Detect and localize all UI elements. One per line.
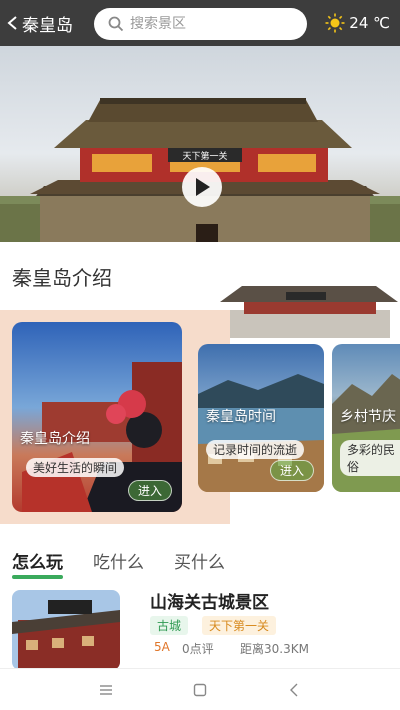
tab-what-to-eat[interactable]: 吃什么 bbox=[93, 548, 144, 573]
card-subtitle: 记录时间的流逝 bbox=[206, 440, 305, 459]
distance-label: 距离30.3KM bbox=[240, 642, 309, 656]
hero-video[interactable]: 天下第一关 bbox=[0, 46, 400, 242]
search-box[interactable] bbox=[94, 8, 307, 40]
search-input[interactable] bbox=[130, 16, 290, 32]
system-nav-bar bbox=[0, 668, 400, 710]
category-tabs: 怎么玩 吃什么 买什么 bbox=[12, 548, 225, 579]
sun-icon bbox=[325, 13, 345, 33]
city-label: 秦皇岛 bbox=[22, 15, 73, 36]
enter-button[interactable]: 进入 bbox=[128, 480, 173, 501]
back-button[interactable]: 秦皇岛 bbox=[6, 9, 73, 37]
card-title: 秦皇岛介绍 bbox=[20, 431, 90, 447]
menu-nav-button[interactable] bbox=[94, 678, 118, 702]
card-title: 乡村节庆 bbox=[340, 409, 396, 425]
home-nav-button[interactable] bbox=[188, 678, 212, 702]
card-subtitle: 美好生活的瞬间 bbox=[26, 458, 125, 477]
weather-widget[interactable]: 24 ℃ bbox=[325, 10, 390, 36]
scenic-thumbnail[interactable] bbox=[12, 590, 120, 670]
intro-card[interactable]: 秦皇岛介绍 美好生活的瞬间 进入 bbox=[12, 322, 182, 512]
top-bar: 秦皇岛 24 ℃ bbox=[0, 0, 400, 46]
gate-sign: 天下第一关 bbox=[182, 150, 227, 162]
play-button[interactable] bbox=[182, 167, 222, 207]
play-icon bbox=[196, 178, 210, 196]
scenic-image bbox=[12, 590, 120, 670]
scenic-name[interactable]: 山海关古城景区 bbox=[150, 588, 269, 613]
tab-what-to-buy[interactable]: 买什么 bbox=[174, 548, 225, 573]
card-title: 秦皇岛时间 bbox=[206, 409, 276, 425]
back-nav-button[interactable] bbox=[282, 678, 306, 702]
gate-tower-image: 天下第一关 bbox=[0, 98, 400, 242]
review-count: 0点评 bbox=[182, 642, 214, 656]
scenic-level: 5A bbox=[154, 640, 170, 654]
intro-heading: 秦皇岛介绍 bbox=[12, 266, 112, 290]
card-subtitle: 多彩的民俗 bbox=[340, 440, 400, 476]
tag-ancient-city: 古城 bbox=[150, 616, 189, 635]
chevron-left-icon bbox=[7, 16, 17, 30]
back-arrow-icon bbox=[290, 683, 298, 696]
home-square-icon bbox=[193, 683, 207, 696]
menu-icon bbox=[100, 684, 112, 695]
intro-card[interactable]: 乡村节庆 多彩的民俗 bbox=[332, 344, 400, 492]
gate-silhouette-image bbox=[220, 286, 398, 338]
tab-how-to-play[interactable]: 怎么玩 bbox=[12, 548, 63, 579]
tag-first-pass: 天下第一关 bbox=[202, 616, 277, 635]
search-icon bbox=[108, 16, 124, 32]
intro-card[interactable]: 秦皇岛时间 记录时间的流逝 进入 bbox=[198, 344, 324, 492]
temperature: 24 ℃ bbox=[349, 14, 390, 32]
enter-button[interactable]: 进入 bbox=[270, 460, 315, 481]
